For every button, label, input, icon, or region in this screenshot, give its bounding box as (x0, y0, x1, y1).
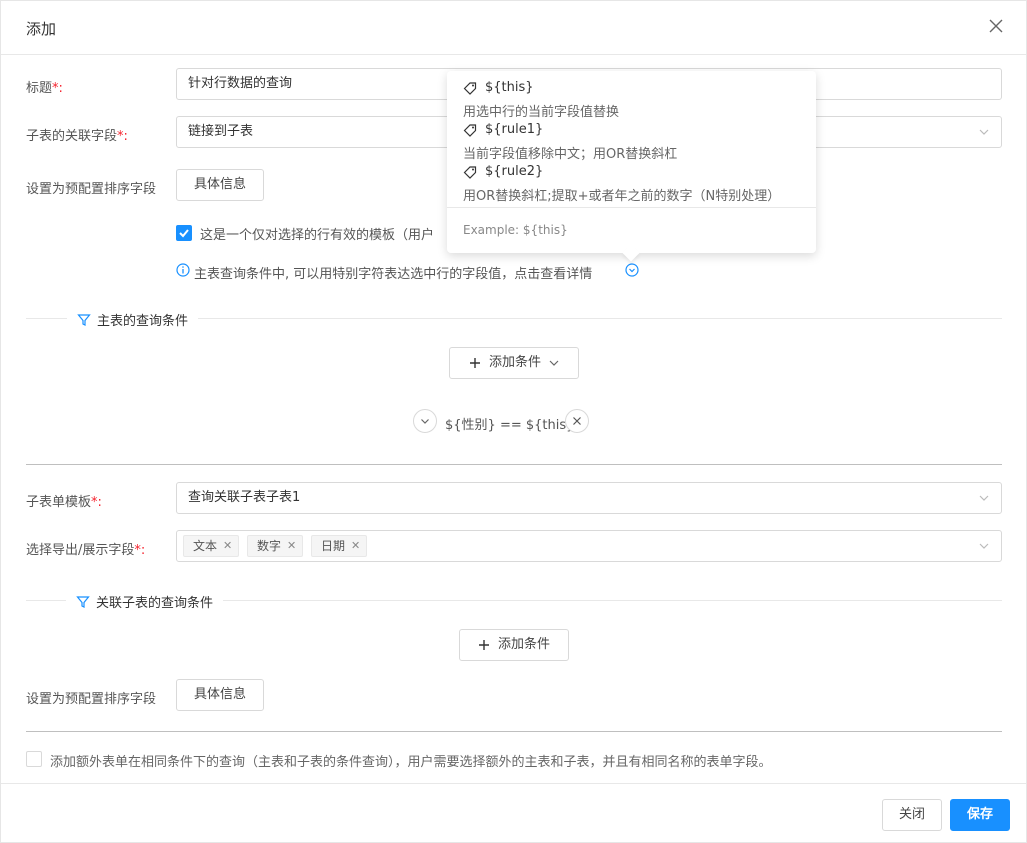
condition-remove-button[interactable] (565, 409, 589, 433)
popover-item-desc: 当前字段值移除中文；用OR替换斜杠 (463, 147, 678, 162)
filter-icon (76, 595, 90, 608)
row-template-checkbox[interactable] (176, 225, 192, 241)
section-separator (26, 731, 1002, 732)
child-add-condition-button[interactable]: 添加条件 (459, 629, 569, 661)
child-sort-label: 设置为预配置排序字段 (26, 692, 157, 707)
close-icon[interactable] (988, 18, 1004, 34)
field-tag: 文本 ✕ (183, 535, 240, 557)
dialog-header: 添加 (1, 1, 1026, 55)
dialog-title: 添加 (26, 20, 57, 38)
close-icon (573, 417, 581, 425)
info-icon (176, 263, 190, 277)
popover-divider (447, 207, 816, 208)
section-separator (26, 464, 1002, 465)
condition-text: ${性别} == ${this} (445, 418, 575, 433)
title-label: 标题*: (26, 81, 63, 96)
popover-item-code: ${this} (463, 80, 534, 95)
extra-query-checkbox[interactable] (26, 751, 42, 767)
sort-detail-button[interactable]: 具体信息 (176, 169, 264, 201)
tag-close-icon[interactable]: ✕ (223, 536, 232, 556)
field-tag: 日期 ✕ (311, 535, 368, 557)
main-add-condition-button[interactable]: 添加条件 (449, 347, 579, 379)
child-link-value: 链接到子表 (188, 124, 254, 139)
check-icon (179, 229, 189, 238)
chevron-down-icon (979, 495, 989, 501)
popover-item-desc: 用选中行的当前字段值替换 (463, 105, 620, 120)
chevron-down-icon (549, 360, 559, 366)
tag-icon (463, 123, 477, 137)
save-button[interactable]: 保存 (950, 799, 1010, 831)
child-sort-detail-button[interactable]: 具体信息 (176, 679, 264, 711)
chevron-down-icon (421, 419, 429, 424)
title-input-value: 针对行数据的查询 (188, 76, 293, 91)
child-query-section-title: 关联子表的查询条件 (66, 592, 224, 611)
tag-close-icon[interactable]: ✕ (287, 536, 296, 556)
special-chars-popover: ${this} 用选中行的当前字段值替换 ${rule1} 当前字段值移除中文；… (447, 71, 816, 262)
dialog-footer: 关闭 保存 (1, 783, 1026, 843)
fields-label: 选择导出/展示字段*: (26, 543, 146, 558)
condition-expand-button[interactable] (413, 409, 437, 433)
plus-icon (478, 640, 489, 650)
child-template-label: 子表单模板*: (26, 495, 102, 510)
popover-item-code: ${rule1} (463, 122, 543, 137)
extra-query-text: 添加额外表单在相同条件下的查询（主表和子表的条件查询），用户需要选择额外的主表和… (50, 755, 772, 770)
field-tag: 数字 ✕ (247, 535, 304, 557)
popover-item-desc: 用OR替换斜杠;提取+或者年之前的数字（N特别处理） (463, 189, 781, 204)
chevron-down-icon (979, 129, 989, 135)
close-button[interactable]: 关闭 (882, 799, 942, 831)
child-link-label: 子表的关联字段*: (26, 129, 128, 144)
row-template-text: 这是一个仅对选择的行有效的模板（用户 (200, 228, 435, 243)
popover-example: Example: ${this} (463, 223, 568, 237)
fields-multiselect[interactable]: 文本 ✕ 数字 ✕ 日期 ✕ (176, 530, 1002, 562)
plus-icon (469, 358, 480, 368)
tag-icon (463, 165, 477, 179)
popover-item-code: ${rule2} (463, 164, 543, 179)
tag-icon (463, 81, 477, 95)
chevron-down-icon (979, 543, 989, 549)
tag-close-icon[interactable]: ✕ (351, 536, 360, 556)
sort-label: 设置为预配置排序字段 (26, 182, 157, 197)
main-query-section-title: 主表的查询条件 (67, 310, 199, 329)
child-template-value: 查询关联子表子表1 (188, 490, 301, 505)
add-dialog: 添加 标题*: 针对行数据的查询 子表的关联字段*: 链接到子表 设置为预配置排… (0, 0, 1027, 843)
info-text: 主表查询条件中, 可以用特别字符表达选中行的字段值，点击查看详情 (194, 267, 593, 282)
child-template-select[interactable]: 查询关联子表子表1 (176, 482, 1002, 514)
popover-arrow (622, 244, 640, 262)
filter-icon (77, 313, 91, 326)
expand-details-icon[interactable] (625, 263, 639, 277)
